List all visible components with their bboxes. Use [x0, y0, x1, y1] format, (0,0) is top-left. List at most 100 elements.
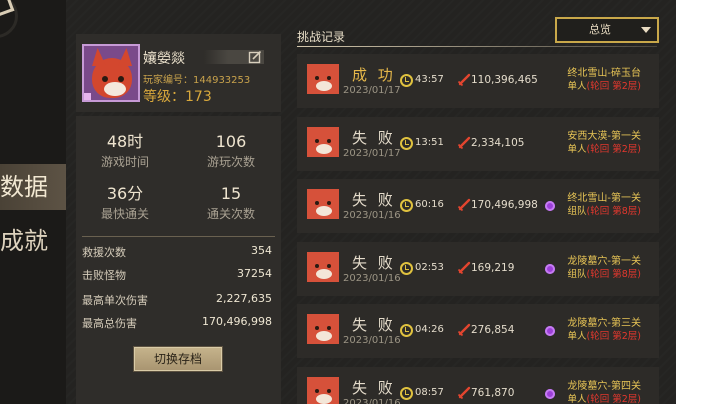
record-date: 2023/01/16 — [343, 397, 401, 404]
record-time: 60:16 — [415, 199, 444, 210]
record-damage: 276,854 — [471, 324, 515, 336]
record-time: 04:26 — [415, 324, 444, 335]
record-damage: 170,496,998 — [471, 199, 538, 211]
chevron-down-icon — [641, 27, 651, 33]
tab-achievements[interactable]: 成就 — [0, 218, 66, 264]
record-damage: 2,334,105 — [471, 136, 525, 149]
eye-icon — [327, 201, 331, 205]
record-avatar — [307, 376, 339, 404]
record-result: 失 败 — [352, 128, 396, 147]
stat-row-key: 救援次数 — [82, 246, 126, 259]
records-filter-dropdown[interactable]: 总览 — [555, 17, 659, 43]
stat-row-rescues: 救援次数 354 — [82, 244, 272, 262]
muzzle-shape — [316, 268, 332, 279]
record-result: 失 败 — [352, 253, 396, 272]
record-stage: 安西大漠-第一关 — [567, 130, 641, 142]
eye-icon — [315, 201, 319, 205]
sword-icon — [457, 73, 471, 87]
stat-label: 通关次数 — [206, 207, 255, 221]
stat-row-max-total: 最高总伤害 170,496,998 — [82, 315, 272, 333]
team-icon — [545, 326, 555, 336]
record-date: 2023/01/17 — [343, 147, 401, 159]
record-mode-type: 组队 — [567, 268, 587, 280]
stats-divider — [82, 236, 275, 237]
record-mode-type: 单人 — [567, 331, 587, 342]
stat-label: 游戏时间 — [100, 155, 149, 169]
stat-label: 游玩次数 — [206, 155, 255, 169]
tab-achievements-label: 成就 — [0, 227, 48, 255]
eye-icon — [118, 76, 124, 82]
clock-icon — [400, 261, 413, 275]
record-date: 2023/01/16 — [343, 335, 401, 346]
clock-icon — [400, 199, 413, 212]
player-id: 玩家编号：144933253 — [143, 75, 251, 86]
record-date: 2023/01/17 — [343, 85, 401, 96]
record-mode: 单人(轮回 第2层) — [568, 141, 642, 155]
tab-data[interactable]: 数据 — [0, 164, 66, 210]
record-row[interactable]: 失 败 2023/01/16 04:26 276,854 龙陵墓穴-第三关 单人… — [297, 304, 659, 358]
sword-icon — [457, 198, 471, 212]
stat-row-key: 最高单次伤害 — [82, 294, 148, 307]
logo-emblem — [0, 0, 18, 38]
avatar[interactable] — [82, 44, 140, 102]
record-mode-detail: (轮回 第2层) — [586, 393, 641, 404]
eye-icon — [315, 76, 319, 80]
stat-row-monsters: 击败怪物 37254 — [82, 267, 272, 285]
record-avatar — [307, 189, 339, 219]
eye-icon — [327, 326, 331, 330]
stat-row-value: 170,496,998 — [202, 315, 272, 328]
stat-value: 106 — [215, 132, 247, 151]
record-row[interactable]: 失 败 2023/01/16 08:57 761,870 龙陵墓穴-第四关 单人… — [297, 366, 659, 404]
records-title: 挑战记录 — [297, 30, 346, 44]
game-stats-screen: 数据 成就 孃嫈燚 玩家编号：144933253 等级：173 48时 游戏时间… — [0, 0, 720, 404]
record-time: 02:53 — [415, 261, 444, 273]
eye-icon — [315, 388, 319, 393]
stat-row-value: 2,227,635 — [216, 292, 272, 305]
record-row[interactable]: 失 败 2023/01/16 02:53 169,219 龙陵墓穴-第一关 组队… — [297, 241, 659, 296]
sword-icon — [457, 261, 471, 274]
muzzle-shape — [316, 206, 332, 216]
record-row[interactable]: 失 败 2023/01/16 60:16 170,496,998 终北雪山-第一… — [297, 179, 659, 233]
team-icon — [545, 388, 555, 399]
eye-icon — [315, 326, 319, 330]
record-result: 失 败 — [352, 378, 396, 397]
stat-value: 15 — [220, 184, 242, 203]
stat-play-count: 106 游玩次数 — [186, 132, 276, 170]
edit-icon[interactable] — [248, 50, 262, 64]
stat-value: 48时 — [106, 132, 144, 151]
muzzle-shape — [316, 81, 332, 91]
eye-icon — [315, 138, 319, 143]
record-stage: 龙陵墓穴-第四关 — [567, 380, 641, 392]
stats-panel: 孃嫈燚 玩家编号：144933253 等级：173 48时 游戏时间 106 游… — [66, 0, 676, 404]
tab-data-label: 数据 — [0, 173, 48, 201]
record-mode: 组队(轮回 第8层) — [568, 203, 642, 217]
record-mode-type: 组队 — [567, 206, 587, 217]
record-mode: 单人(轮回 第2层) — [568, 391, 642, 404]
stat-label: 最快通关 — [100, 207, 149, 221]
stat-row-key: 最高总伤害 — [82, 317, 137, 330]
record-time: 08:57 — [415, 386, 444, 398]
clock-icon — [400, 74, 413, 87]
stat-play-time: 48时 游戏时间 — [80, 132, 170, 170]
muzzle-shape — [316, 393, 332, 404]
record-mode: 组队(轮回 第8层) — [568, 266, 642, 280]
record-result: 成 功 — [352, 66, 396, 84]
team-icon — [545, 201, 555, 211]
eye-icon — [327, 388, 331, 393]
record-avatar — [307, 314, 339, 344]
record-stage: 龙陵墓穴-第三关 — [567, 318, 641, 329]
record-mode-type: 单人 — [567, 393, 587, 404]
stat-clear-count: 15 通关次数 — [186, 184, 276, 222]
switch-save-button[interactable]: 切换存档 — [133, 346, 223, 372]
stat-fastest-clear: 36分 最快通关 — [80, 184, 170, 222]
record-mode-detail: (轮回 第2层) — [586, 81, 641, 92]
record-mode-detail: (轮回 第8层) — [586, 268, 641, 280]
sword-icon — [457, 323, 471, 337]
record-mode-detail: (轮回 第8层) — [586, 206, 641, 217]
record-time: 13:51 — [415, 136, 444, 148]
record-result: 失 败 — [352, 316, 396, 334]
record-row[interactable]: 成 功 2023/01/17 43:57 110,396,465 终北雪山-碎玉… — [297, 54, 659, 108]
record-row[interactable]: 失 败 2023/01/17 13:51 2,334,105 安西大漠-第一关 … — [297, 116, 659, 171]
eye-icon — [327, 263, 331, 268]
record-date: 2023/01/16 — [343, 210, 401, 221]
